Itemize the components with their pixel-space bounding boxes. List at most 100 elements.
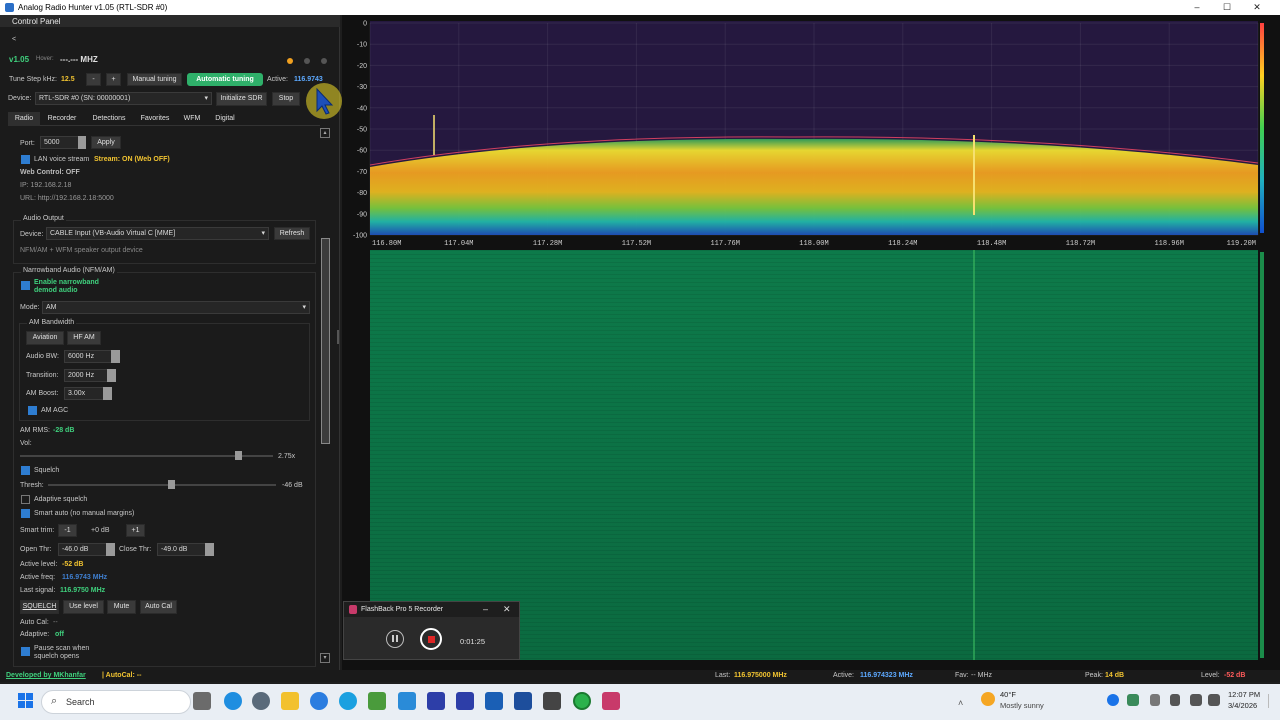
tray-overflow-icon[interactable]: ˄ bbox=[958, 698, 963, 708]
app-icon-2[interactable] bbox=[456, 692, 474, 710]
pause-icon[interactable] bbox=[386, 630, 404, 648]
automatic-tuning-button[interactable]: Automatic tuning bbox=[187, 73, 263, 86]
squelch-button[interactable]: SQUELCH bbox=[20, 600, 59, 614]
port-spin-icon[interactable] bbox=[78, 136, 86, 149]
trim-plus-button[interactable]: +1 bbox=[126, 524, 145, 537]
device-select[interactable]: RTL-SDR #0 (SN: 00000001) ▾ bbox=[35, 92, 212, 105]
audio-bw-input[interactable]: 6000 Hz bbox=[64, 350, 114, 363]
tray-app-icon[interactable] bbox=[1127, 694, 1139, 706]
edge-dev-icon[interactable] bbox=[339, 692, 357, 710]
pause-scan-checkbox[interactable] bbox=[21, 647, 30, 656]
db-tick-label: -20 bbox=[357, 63, 367, 70]
recorder-minimize-button[interactable]: – bbox=[483, 604, 488, 614]
spectrum-trace-fill bbox=[370, 138, 1258, 235]
am-boost-spin-icon[interactable] bbox=[103, 387, 112, 400]
show-desktop-button[interactable] bbox=[1268, 694, 1276, 708]
app-icon-3[interactable] bbox=[485, 692, 503, 710]
tune-step-plus-button[interactable]: + bbox=[106, 73, 121, 86]
clock-time[interactable]: 12:07 PM bbox=[1228, 690, 1260, 699]
port-input[interactable]: 5000 bbox=[40, 136, 82, 149]
app-icon-1[interactable] bbox=[398, 692, 416, 710]
lan-voice-checkbox[interactable] bbox=[21, 155, 30, 164]
auto-cal-button[interactable]: Auto Cal bbox=[140, 600, 177, 614]
record-icon[interactable] bbox=[420, 628, 442, 650]
file-explorer-icon[interactable] bbox=[281, 692, 299, 710]
developer-link[interactable]: Developed by MKhanfar bbox=[6, 672, 86, 679]
close-button[interactable]: ✕ bbox=[1242, 1, 1272, 14]
scrollbar-thumb[interactable] bbox=[321, 238, 330, 444]
notepad-icon[interactable] bbox=[368, 692, 386, 710]
use-level-button[interactable]: Use level bbox=[63, 600, 104, 614]
vol-slider-thumb[interactable] bbox=[234, 451, 242, 460]
open-thr-input[interactable]: -46.0 dB bbox=[58, 543, 108, 556]
scroll-up-icon[interactable]: ▴ bbox=[320, 128, 330, 138]
tune-step-label: Tune Step kHz: bbox=[9, 76, 57, 83]
taskbar-search-box[interactable]: ⌕ Search bbox=[41, 690, 191, 714]
tab-digital[interactable]: Digital bbox=[208, 112, 242, 126]
volume-icon[interactable] bbox=[1208, 694, 1220, 706]
manual-tuning-button[interactable]: Manual tuning bbox=[127, 73, 182, 86]
audio-bw-spin-icon[interactable] bbox=[111, 350, 120, 363]
thresh-slider[interactable] bbox=[48, 484, 276, 486]
smart-auto-checkbox[interactable] bbox=[21, 509, 30, 518]
task-view-icon[interactable] bbox=[193, 692, 211, 710]
tab-wfm[interactable]: WFM bbox=[179, 112, 205, 126]
close-thr-input[interactable]: -49.0 dB bbox=[157, 543, 207, 556]
minimize-button[interactable]: – bbox=[1182, 1, 1212, 14]
refresh-button[interactable]: Refresh bbox=[274, 227, 310, 240]
clock-date[interactable]: 3/4/2026 bbox=[1228, 701, 1257, 710]
edge-icon[interactable] bbox=[224, 692, 242, 710]
wifi-icon[interactable] bbox=[1190, 694, 1202, 706]
tune-step-minus-button[interactable]: - bbox=[86, 73, 101, 86]
transition-input[interactable]: 2000 Hz bbox=[64, 369, 110, 382]
windows-start-icon[interactable] bbox=[18, 693, 34, 709]
tab-detections[interactable]: Detections bbox=[86, 112, 132, 126]
audio-device-select[interactable]: CABLE Input (VB-Audio Virtual C [MME] ▾ bbox=[46, 227, 269, 240]
level-label: Level: bbox=[1201, 672, 1220, 679]
app-icon-4[interactable] bbox=[514, 692, 532, 710]
open-thr-label: Open Thr: bbox=[20, 546, 52, 553]
calendar-icon[interactable] bbox=[427, 692, 445, 710]
am-boost-input[interactable]: 3.00x bbox=[64, 387, 106, 400]
adaptive-squelch-checkbox[interactable] bbox=[21, 495, 30, 504]
settings-icon[interactable] bbox=[252, 692, 270, 710]
hf-am-button[interactable]: HF AM bbox=[67, 331, 101, 345]
usb-icon[interactable] bbox=[1150, 694, 1160, 706]
recorder-close-button[interactable]: ✕ bbox=[503, 604, 511, 615]
flashback-taskbar-icon[interactable] bbox=[602, 692, 620, 710]
am-agc-checkbox[interactable] bbox=[28, 406, 37, 415]
aviation-button[interactable]: Aviation bbox=[26, 331, 64, 345]
active-level-label: Active level: bbox=[20, 561, 58, 568]
enable-narrowband-checkbox[interactable] bbox=[21, 281, 30, 290]
back-button[interactable]: < bbox=[12, 36, 16, 43]
maximize-button[interactable]: ☐ bbox=[1212, 1, 1242, 14]
stop-button[interactable]: Stop bbox=[272, 92, 300, 106]
squelch-checkbox[interactable] bbox=[21, 466, 30, 475]
thresh-slider-thumb[interactable] bbox=[168, 480, 176, 489]
tab-radio[interactable]: Radio bbox=[8, 112, 40, 126]
tab-favorites[interactable]: Favorites bbox=[135, 112, 175, 126]
transition-spin-icon[interactable] bbox=[107, 369, 116, 382]
bluetooth-icon[interactable] bbox=[1107, 694, 1119, 706]
mode-select[interactable]: AM ▾ bbox=[42, 301, 310, 314]
terminal-icon[interactable] bbox=[543, 692, 561, 710]
spectrum-view[interactable]: 0 -10 -20 -30 -40 -50 -60 -70 -80 -90 -100 116.80M… bbox=[342, 15, 1280, 670]
fav-label: Fav: bbox=[955, 672, 969, 679]
scroll-down-icon[interactable]: ▾ bbox=[320, 653, 330, 663]
radio-hunter-taskbar-icon[interactable] bbox=[573, 692, 591, 710]
browser-icon[interactable] bbox=[310, 692, 328, 710]
tab-recorder[interactable]: Recorder bbox=[42, 112, 82, 126]
microphone-icon[interactable] bbox=[1170, 694, 1180, 706]
close-thr-spin-icon[interactable] bbox=[205, 543, 214, 556]
splitter-handle[interactable] bbox=[337, 330, 339, 344]
open-thr-spin-icon[interactable] bbox=[106, 543, 115, 556]
trim-minus-button[interactable]: -1 bbox=[58, 524, 77, 537]
db-tick-label: -30 bbox=[357, 84, 367, 91]
app-icon bbox=[5, 3, 14, 12]
last-signal-label: Last signal: bbox=[20, 587, 56, 594]
spectrum-canvas[interactable]: 0 -10 -20 -30 -40 -50 -60 -70 -80 -90 -100 116.80M… bbox=[342, 15, 1280, 670]
am-rms-label: AM RMS: bbox=[20, 427, 50, 434]
apply-button[interactable]: Apply bbox=[91, 136, 121, 149]
mute-button[interactable]: Mute bbox=[107, 600, 136, 614]
initialize-sdr-button[interactable]: Initialize SDR bbox=[216, 92, 267, 106]
